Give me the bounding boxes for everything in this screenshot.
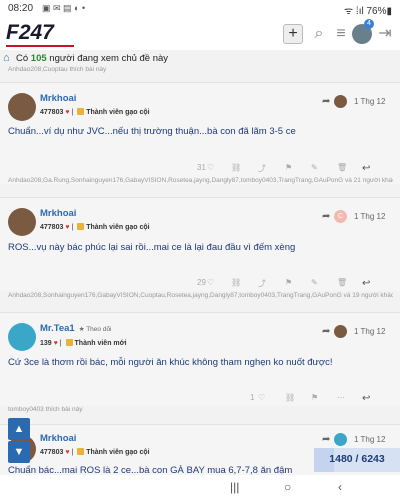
link-icon[interactable]: ⛓: [231, 163, 241, 172]
reply-to-avatar[interactable]: [334, 95, 347, 108]
viewers-bar: ⌂ Có 105 người đang xem chủ đề này: [0, 52, 400, 66]
post: Mr.Tea1 ★ Theo dõi 139 ♥ | Thành viên mới…: [0, 312, 400, 406]
site-header: F247 + ⌕ ≡ 4 ⇥: [0, 18, 400, 50]
post: Mrkhoai 477803 ♥ | Thành viên gạo cội ➦ …: [0, 82, 400, 184]
post-text: Cứ 3ce là thơm rồi bác, mỗi người ăn khú…: [8, 357, 333, 368]
rank-icon: [77, 223, 85, 230]
user-stats: 139 ♥ | Thành viên mới: [40, 339, 127, 347]
viewer-count: 105: [30, 53, 47, 64]
reply-to-avatar[interactable]: C: [334, 210, 347, 223]
heart-icon[interactable]: ♡: [258, 393, 265, 402]
home-button[interactable]: ○: [284, 480, 291, 494]
heart-icon[interactable]: ♡: [207, 278, 214, 287]
username[interactable]: Mr.Tea1 ★ Theo dõi: [40, 323, 112, 334]
logo-underline: [6, 45, 74, 47]
delete-icon[interactable]: 🗑: [337, 163, 347, 172]
post-text: ROS...vụ này bác phúc lại sai rồi...mai …: [8, 242, 296, 253]
more-icon[interactable]: ⋯: [337, 393, 345, 402]
heart-icon[interactable]: ♡: [207, 163, 214, 172]
scroll-up-button[interactable]: ▲: [8, 418, 30, 440]
like-count[interactable]: 1: [250, 393, 254, 402]
reply-to-avatar[interactable]: [334, 325, 347, 338]
post-date[interactable]: 1 Thg 12: [354, 97, 385, 106]
edit-icon[interactable]: ✎: [311, 278, 318, 287]
heart-icon: ♥: [65, 109, 70, 116]
notification-badge[interactable]: 4: [364, 19, 374, 29]
new-topic-button[interactable]: +: [283, 24, 303, 44]
username[interactable]: Mrkhoai: [40, 93, 76, 104]
share-post-icon[interactable]: ⤴: [258, 278, 266, 289]
notification-icons: ▣ ✉ ▤ ◐ •: [42, 3, 86, 13]
post-likers[interactable]: Anhdao208,Ga.Rung,Sonhainguyen176,GabayV…: [8, 177, 393, 184]
share-post-icon[interactable]: ⤴: [258, 163, 266, 174]
share-icon[interactable]: ➦: [322, 434, 330, 445]
post-date[interactable]: 1 Thg 12: [354, 435, 385, 444]
search-icon[interactable]: ⌕: [309, 24, 329, 44]
status-bar: 08:20 ▣ ✉ ▤ ◐ • ᯤ ⁞ıl 76%▮: [0, 0, 400, 18]
bookmark-icon[interactable]: ⚑: [285, 163, 292, 172]
heart-icon: ♥: [65, 449, 70, 456]
like-count[interactable]: 31: [197, 163, 206, 172]
heart-icon: ♥: [53, 340, 58, 347]
avatar[interactable]: [8, 93, 36, 121]
logout-icon[interactable]: ⇥: [375, 24, 395, 44]
post-date[interactable]: 1 Thg 12: [354, 327, 385, 336]
back-button[interactable]: ‹: [338, 480, 342, 494]
username[interactable]: Mrkhoai: [40, 208, 76, 219]
battery-indicator: ᯤ ⁞ıl 76%▮: [344, 6, 392, 17]
share-icon[interactable]: ➦: [322, 211, 330, 222]
user-stats: 477803 ♥ | Thành viên gạo cội: [40, 448, 150, 456]
reply-icon[interactable]: ↩: [362, 163, 370, 174]
bookmark-icon[interactable]: ⚑: [311, 393, 318, 402]
follow-button[interactable]: ★ Theo dõi: [79, 326, 112, 333]
username[interactable]: Mrkhoai: [40, 433, 76, 444]
link-icon[interactable]: ⛓: [285, 393, 295, 402]
home-icon[interactable]: ⌂: [3, 52, 10, 64]
edit-icon[interactable]: ✎: [311, 163, 318, 172]
delete-icon[interactable]: 🗑: [337, 278, 347, 287]
post-actions: 29 ♡ ⛓ ⤴ ⚑ ✎ 🗑 ↩: [0, 278, 400, 290]
rank-icon: [77, 108, 85, 115]
menu-icon[interactable]: ≡: [331, 24, 351, 44]
avatar[interactable]: [8, 323, 36, 351]
rank-icon: [65, 339, 73, 346]
scroll-down-button[interactable]: ▼: [8, 441, 30, 463]
heart-icon: ♥: [65, 224, 70, 231]
android-nav-bar: ||| ○ ‹: [0, 475, 400, 500]
share-icon[interactable]: ➦: [322, 96, 330, 107]
recent-apps-button[interactable]: |||: [230, 480, 239, 494]
reply-icon[interactable]: ↩: [362, 393, 370, 404]
post-text: Chuẩn...ví dụ như JVC...nếu thị trường t…: [8, 126, 296, 137]
post-actions: 1 ♡ ⛓ ⚑ ⋯ ↩: [0, 393, 400, 405]
site-logo[interactable]: F247: [6, 21, 54, 45]
user-stats: 477803 ♥ | Thành viên gạo cội: [40, 108, 150, 116]
reply-to-avatar[interactable]: [334, 433, 347, 446]
like-count[interactable]: 29: [197, 278, 206, 287]
rank-icon: [77, 448, 85, 455]
link-icon[interactable]: ⛓: [231, 278, 241, 287]
post: Mrkhoai 477803 ♥ | Thành viên gạo cội ➦ …: [0, 197, 400, 291]
top-likers[interactable]: Anhdao208,Cuoptau thích bài này: [8, 66, 393, 73]
bookmark-icon[interactable]: ⚑: [285, 278, 292, 287]
post-likers[interactable]: tomboy0403 thích bài này: [8, 406, 393, 413]
post-date[interactable]: 1 Thg 12: [354, 212, 385, 221]
topic-progress-text[interactable]: 1480 / 6243: [314, 453, 400, 465]
avatar[interactable]: [8, 208, 36, 236]
reply-icon[interactable]: ↩: [362, 278, 370, 289]
viewers-text: Có 105 người đang xem chủ đề này: [16, 53, 169, 64]
user-stats: 477803 ♥ | Thành viên gạo cội: [40, 223, 150, 231]
clock: 08:20: [8, 3, 34, 14]
post-likers[interactable]: Anhdao208,Sonhainguyen176,GabayVISION,Cu…: [8, 292, 393, 299]
post-actions: 31 ♡ ⛓ ⤴ ⚑ ✎ 🗑 ↩: [0, 163, 400, 175]
share-icon[interactable]: ➦: [322, 326, 330, 337]
